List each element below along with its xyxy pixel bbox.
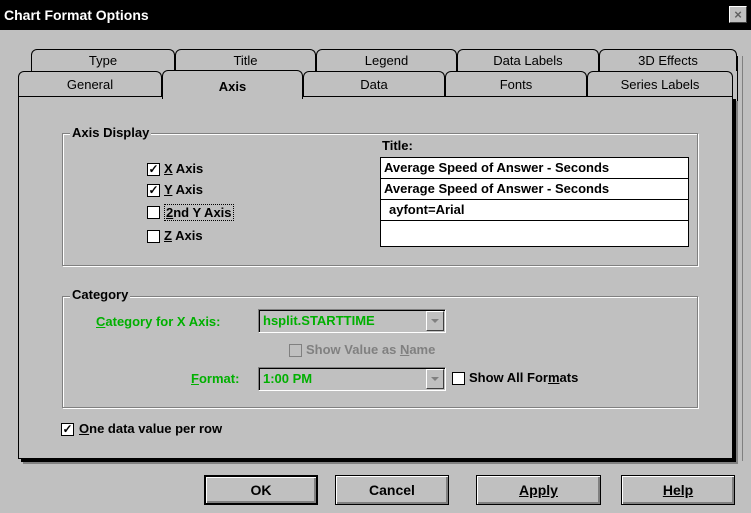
y-axis-checkbox[interactable]: ✓ bbox=[147, 184, 160, 197]
tab-axis[interactable]: Axis bbox=[162, 70, 303, 99]
axis-title-line[interactable]: ayfont=Arial bbox=[381, 200, 688, 221]
chevron-down-icon[interactable] bbox=[426, 369, 444, 389]
category-group-title: Category bbox=[70, 287, 131, 302]
apply-button[interactable]: Apply bbox=[476, 475, 601, 505]
format-combo[interactable]: 1:00 PM bbox=[258, 367, 446, 391]
close-icon[interactable]: × bbox=[729, 6, 747, 23]
tab-general[interactable]: General bbox=[18, 71, 162, 96]
category-x-axis-value: hsplit.STARTTIME bbox=[263, 313, 375, 328]
show-value-as-name-label: Show Value as Name bbox=[306, 342, 436, 357]
show-all-formats-label: Show All Formats bbox=[469, 370, 579, 385]
tab-series-labels[interactable]: Series Labels bbox=[587, 71, 733, 96]
tab-fonts[interactable]: Fonts bbox=[445, 71, 587, 96]
tab-legend[interactable]: Legend bbox=[316, 49, 457, 71]
tab-title[interactable]: Title bbox=[175, 49, 316, 71]
ok-button[interactable]: OK bbox=[204, 475, 318, 505]
tab-type[interactable]: Type bbox=[31, 49, 175, 71]
z-axis-label: Z Axis bbox=[164, 228, 203, 243]
tab-data[interactable]: Data bbox=[303, 71, 445, 96]
title-label: Title: bbox=[382, 138, 413, 153]
show-value-as-name-checkbox[interactable] bbox=[289, 344, 302, 357]
one-data-value-per-row-checkbox[interactable]: ✓ bbox=[61, 423, 74, 436]
axis-display-group-title: Axis Display bbox=[70, 125, 152, 140]
category-for-x-axis-label: Category for X Axis: bbox=[96, 314, 221, 329]
format-value: 1:00 PM bbox=[263, 371, 313, 386]
axis-title-line[interactable] bbox=[381, 221, 688, 242]
second-y-axis-label: 2nd Y Axis bbox=[164, 204, 234, 221]
tab-3d-effects[interactable]: 3D Effects bbox=[599, 49, 737, 71]
tab-stack-edge bbox=[737, 56, 743, 461]
axis-title-line[interactable]: Average Speed of Answer - Seconds bbox=[381, 158, 688, 179]
chart-format-options-dialog: Chart Format Options × Type Title Legend… bbox=[0, 0, 751, 513]
second-y-axis-checkbox[interactable] bbox=[147, 206, 160, 219]
axis-title-line[interactable]: Average Speed of Answer - Seconds bbox=[381, 179, 688, 200]
tab-data-labels[interactable]: Data Labels bbox=[457, 49, 599, 71]
cancel-button[interactable]: Cancel bbox=[335, 475, 449, 505]
title-bar[interactable]: Chart Format Options bbox=[0, 0, 751, 30]
format-label: Format: bbox=[191, 371, 240, 386]
x-axis-label: X Axis bbox=[164, 161, 204, 176]
y-axis-label: Y Axis bbox=[164, 182, 204, 197]
help-button[interactable]: Help bbox=[621, 475, 735, 505]
axis-title-list[interactable]: Average Speed of Answer - Seconds Averag… bbox=[380, 157, 689, 247]
chevron-down-icon[interactable] bbox=[426, 311, 444, 331]
window-title: Chart Format Options bbox=[4, 7, 149, 23]
one-data-value-per-row-label: One data value per row bbox=[79, 421, 223, 436]
category-x-axis-combo[interactable]: hsplit.STARTTIME bbox=[258, 309, 446, 333]
show-all-formats-checkbox[interactable] bbox=[452, 372, 465, 385]
x-axis-checkbox[interactable]: ✓ bbox=[147, 163, 160, 176]
z-axis-checkbox[interactable] bbox=[147, 230, 160, 243]
